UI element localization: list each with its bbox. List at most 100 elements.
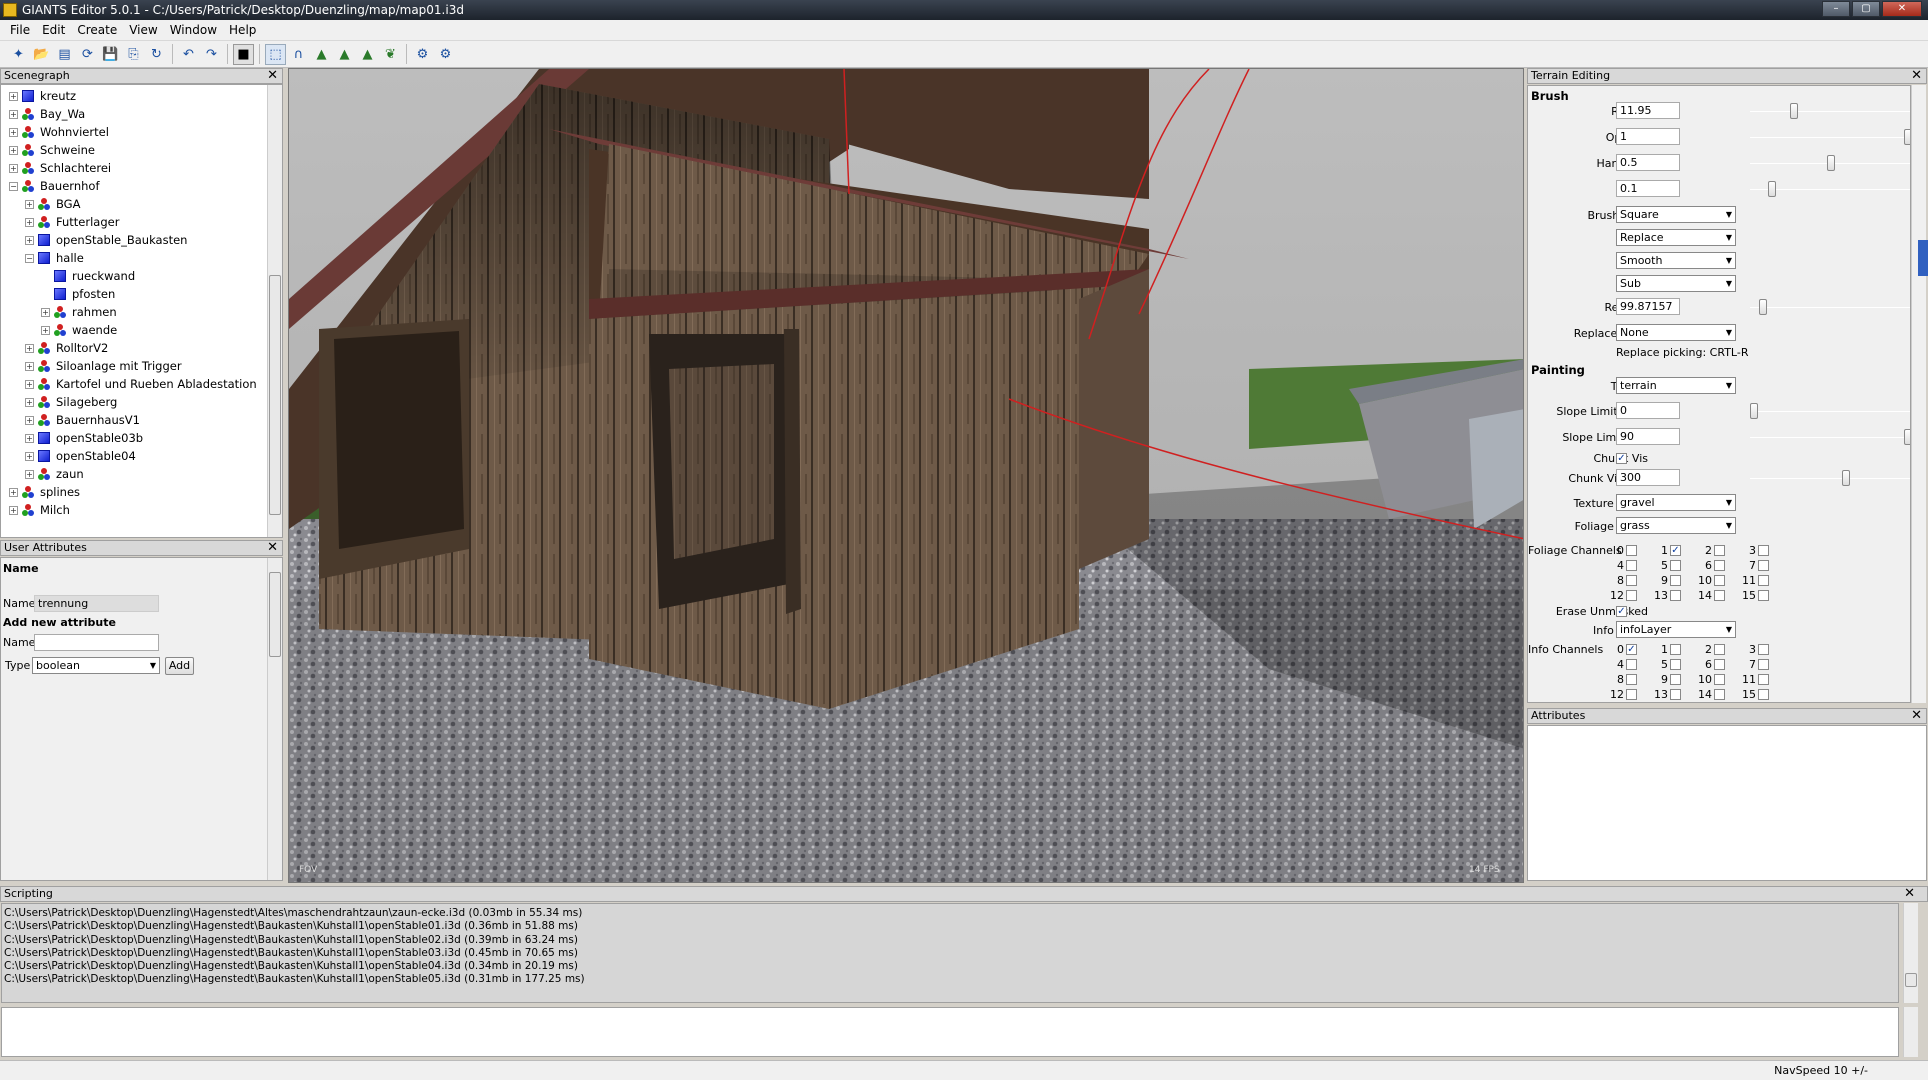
collapse-icon[interactable]: − [9,181,18,191]
terrain-sculpt-icon[interactable]: ▲ [311,44,332,65]
tree-node[interactable]: + kreutz [0,87,266,105]
scrollbar-thumb[interactable] [269,572,281,657]
lmb-select[interactable]: Replace [1616,229,1736,246]
tree-node[interactable]: pfosten [0,285,266,303]
edge-tab[interactable] [1918,240,1928,276]
tree-node[interactable]: + Bay_Wa [0,105,266,123]
info-channel-checkbox[interactable] [1670,689,1681,700]
texture-layer-select[interactable]: gravel [1616,494,1736,511]
info-channel-checkbox[interactable] [1670,659,1681,670]
close-window-button[interactable]: ✕ [1882,1,1922,17]
close-icon[interactable]: ✕ [1911,709,1922,723]
info-channel-checkbox[interactable] [1758,644,1769,655]
hardness-slider[interactable] [1750,155,1910,171]
foliage-layer-select[interactable]: grass [1616,517,1736,534]
foliage-channel-checkbox[interactable] [1626,560,1637,571]
erase-unmasked-checkbox[interactable]: ✓ [1616,606,1627,617]
info-channel-checkbox[interactable] [1758,674,1769,685]
foliage-channel-checkbox[interactable] [1670,590,1681,601]
foliage-channel-checkbox[interactable] [1626,575,1637,586]
expand-icon[interactable]: + [25,199,34,209]
slope-limit-end-field[interactable]: 90 [1616,428,1680,445]
value-field[interactable]: 0.1 [1616,180,1680,197]
info-channel-checkbox[interactable] [1626,659,1637,670]
foliage-channel-checkbox[interactable] [1758,590,1769,601]
tree-node[interactable]: − Bauernhof [0,177,266,195]
foliage-channel-checkbox[interactable] [1758,575,1769,586]
viewport-scene[interactable]: FOV 14 FPS [289,69,1524,883]
slider-handle[interactable] [1750,403,1758,419]
select-mode-icon[interactable]: ⬚ [265,43,286,65]
minimize-button[interactable]: – [1822,1,1850,17]
tree-node[interactable]: + Kartofel und Rueben Abladestation [0,375,266,393]
foliage-channel-checkbox[interactable] [1626,545,1637,556]
slider-handle[interactable] [1768,181,1777,197]
tree-node[interactable]: + openStable04 [0,447,266,465]
info-channel-checkbox[interactable] [1758,689,1769,700]
menu-view[interactable]: View [123,20,163,40]
3d-viewport[interactable]: FOV 14 FPS [288,68,1524,883]
tree-node[interactable]: − halle [0,249,266,267]
slider-handle[interactable] [1790,103,1799,119]
tree-node[interactable]: + BGA [0,195,266,213]
tree-node[interactable]: + waende [0,321,266,339]
scenegraph-tree[interactable]: + kreutz + Bay_Wa + Wohnviertel + Schweine + Schl… [0,85,266,537]
collapse-icon[interactable]: − [25,253,34,263]
tree-node[interactable]: + Wohnviertel [0,123,266,141]
foliage-channel-checkbox[interactable] [1670,575,1681,586]
replace-field[interactable]: 99.87157 [1616,298,1680,315]
new-attribute-name-field[interactable] [34,634,159,651]
info-channel-checkbox[interactable] [1670,674,1681,685]
brush-type-select[interactable]: Square [1616,206,1736,223]
expand-icon[interactable]: + [25,343,34,353]
foliage-channel-checkbox[interactable] [1758,545,1769,556]
expand-icon[interactable]: + [25,217,34,227]
menu-file[interactable]: File [4,20,36,40]
open-recent-icon[interactable]: ▤ [54,44,75,65]
expand-icon[interactable]: + [25,235,34,245]
mmb-select[interactable]: Smooth [1616,252,1736,269]
foliage-channel-checkbox[interactable] [1714,545,1725,556]
script-input[interactable] [1,1007,1899,1057]
terrain-paint-icon[interactable]: ▲ [334,44,355,65]
foliage-channel-checkbox[interactable] [1670,560,1681,571]
shadow-icon[interactable]: ⚙ [435,44,456,65]
radius-field[interactable]: 11.95 [1616,102,1680,119]
expand-icon[interactable]: + [9,145,18,155]
expand-icon[interactable]: + [25,433,34,443]
expand-icon[interactable]: + [25,415,34,425]
foliage-channel-checkbox[interactable] [1714,560,1725,571]
chunk-vis-dist-field[interactable]: 300 [1616,469,1680,486]
rmb-select[interactable]: Sub [1616,275,1736,292]
chunk-vis-checkbox[interactable]: ✓ [1616,453,1627,464]
radius-slider[interactable] [1750,103,1910,119]
tree-node[interactable]: + rahmen [0,303,266,321]
menu-help[interactable]: Help [223,20,262,40]
expand-icon[interactable]: + [25,361,34,371]
terrain-scrollbar[interactable] [1911,85,1926,703]
close-icon[interactable]: ✕ [267,541,278,555]
close-icon[interactable]: ✕ [267,69,278,83]
tree-node[interactable]: + Schweine [0,141,266,159]
expand-icon[interactable]: + [25,451,34,461]
close-icon[interactable]: ✕ [1911,69,1922,83]
scrollbar-thumb[interactable] [1905,973,1917,987]
window-title-bar[interactable]: GIANTS Editor 5.0.1 - C:/Users/Patrick/D… [0,0,1928,20]
expand-icon[interactable]: + [9,127,18,137]
replace-slider[interactable] [1750,299,1910,315]
save-icon[interactable]: 💾 [100,44,121,65]
menu-edit[interactable]: Edit [36,20,71,40]
scenegraph-scrollbar[interactable] [267,85,282,537]
move-mode-icon[interactable]: ∩ [288,44,309,65]
type-select[interactable]: boolean [32,657,160,674]
foliage-channel-checkbox[interactable] [1758,560,1769,571]
info-channel-checkbox[interactable] [1714,659,1725,670]
navmesh-icon[interactable]: ⚙ [412,44,433,65]
hardness-field[interactable]: 0.5 [1616,154,1680,171]
expand-icon[interactable]: + [41,325,50,335]
new-icon[interactable]: ✦ [8,44,29,65]
opacity-field[interactable]: 1 [1616,128,1680,145]
slider-handle[interactable] [1904,429,1910,445]
info-channel-checkbox[interactable]: ✓ [1626,644,1637,655]
stop-icon[interactable]: ■ [233,43,254,65]
